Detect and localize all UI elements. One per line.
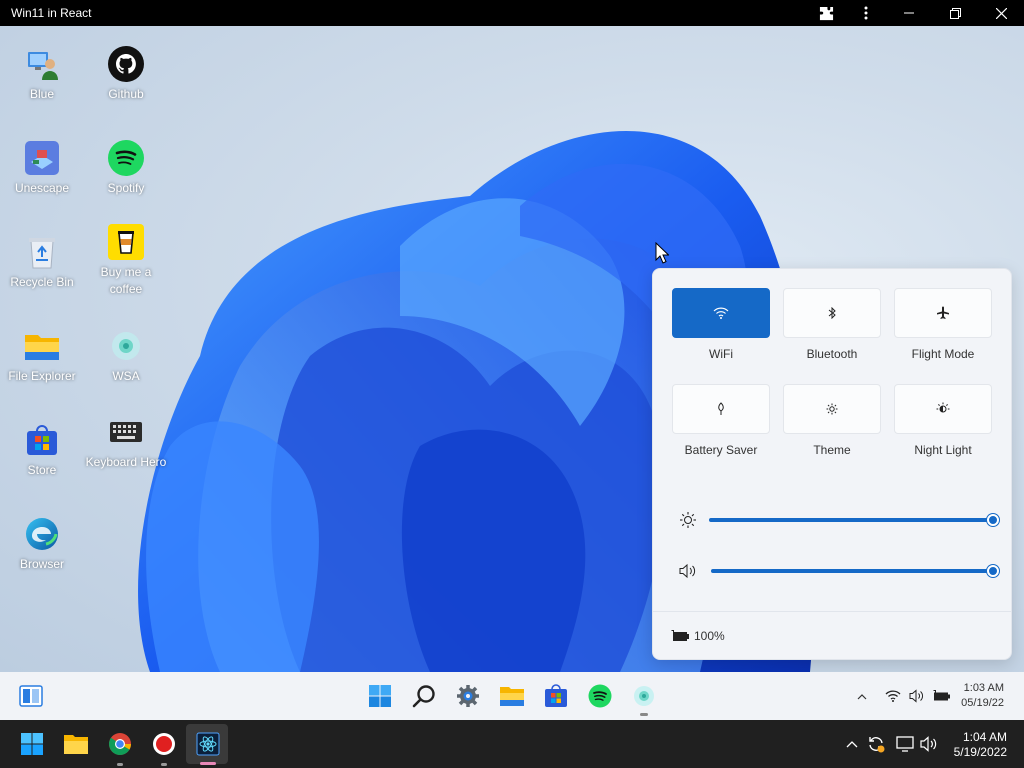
taskbar-clock[interactable]: 1:03 AM 05/19/22 [961,681,1004,711]
window-title: Win11 in React [11,6,92,20]
wsa-icon [108,328,144,364]
edge-icon [24,516,60,552]
desktop-icon-blue[interactable]: Blue [0,46,84,103]
store-icon[interactable] [542,682,570,710]
unescape-game-icon [24,140,60,176]
brightness-slider[interactable] [709,514,999,526]
chevron-up-icon[interactable] [846,740,858,748]
airplane-icon [937,306,949,319]
chrome-icon[interactable] [104,728,136,760]
desktop-icon-buy-me-a-coffee[interactable]: Buy me a coffee [84,224,168,298]
desktop-icon-spotify[interactable]: Spotify [84,140,168,197]
taskbar-date: 05/19/22 [961,697,1004,709]
record-icon[interactable] [148,728,180,760]
spotify-icon [108,140,144,176]
windows-start-icon[interactable] [16,728,48,760]
volume-icon[interactable] [920,736,938,752]
recycle-bin-icon [24,234,60,270]
start-icon[interactable] [366,682,394,710]
record-running-indicator [161,763,167,766]
desktop-icon-keyboard-hero[interactable]: Keyboard Hero [84,414,168,471]
desktop-icon-recycle-bin[interactable]: Recycle Bin [0,234,84,291]
host-clock[interactable]: 1:04 AM 5/19/2022 [954,730,1007,760]
battery-saver-icon [718,402,724,415]
flight-mode-label: Flight Mode [911,347,975,361]
file-explorer-icon[interactable] [498,682,526,710]
desktop-icon-store[interactable]: Store [0,422,84,479]
battery-icon[interactable] [933,690,951,702]
keyboard-icon [108,414,144,450]
github-icon [108,46,144,82]
desktop-icon-file-explorer[interactable]: File Explorer [0,328,84,385]
volume-slider-row [679,561,999,581]
host-date: 5/19/2022 [953,745,1007,759]
chrome-running-indicator [117,763,123,766]
desktop-icon-unescape[interactable]: Unescape [0,140,84,197]
quick-settings-panel: WiFi Bluetooth Flight Mode Battery Saver… [652,268,1012,660]
coffee-cup-icon [108,224,144,260]
night-light-icon [936,402,950,413]
close-button[interactable] [978,0,1024,26]
sync-icon[interactable] [867,735,885,753]
theme-label: Theme [813,443,851,457]
wifi-icon [713,307,729,319]
widgets-icon[interactable] [17,682,45,710]
display-icon[interactable] [896,736,914,752]
night-light-toggle[interactable] [894,384,992,434]
active-app-indicator [640,713,648,716]
desktop-icon-wsa[interactable]: WSA [84,328,168,385]
battery-icon [671,629,689,641]
volume-icon[interactable] [909,689,925,703]
desktop-icon-browser[interactable]: Browser [0,516,84,573]
battery-status[interactable]: 100% [653,611,1011,659]
bluetooth-label: Bluetooth [806,347,858,361]
battery-saver-label: Battery Saver [684,443,758,457]
search-icon[interactable] [410,682,438,710]
bluetooth-icon [828,307,836,319]
mouse-cursor-icon [655,242,669,264]
bluetooth-toggle[interactable] [783,288,881,338]
win11react-app-icon[interactable] [192,728,224,760]
taskbar-time: 1:03 AM [963,682,1004,694]
volume-slider[interactable] [711,565,999,577]
user-pc-icon [24,46,60,82]
chevron-up-icon[interactable] [857,693,867,700]
wsa-icon[interactable] [630,682,658,710]
extensions-icon[interactable] [806,0,846,26]
host-taskbar: 1:04 AM 5/19/2022 [0,720,1024,768]
active-app-indicator [200,762,216,765]
battery-percentage: 100% [694,628,725,643]
window-title-bar: Win11 in React [0,0,1024,26]
desktop-icon-github[interactable]: Github [84,46,168,103]
host-time: 1:04 AM [962,730,1007,744]
theme-icon [826,403,838,415]
spotify-icon[interactable] [586,682,614,710]
settings-icon[interactable] [454,682,482,710]
file-explorer-icon[interactable] [60,728,92,760]
wifi-icon[interactable] [885,690,901,702]
night-light-label: Night Light [914,443,972,457]
brightness-icon [680,512,696,528]
wifi-label: WiFi [709,347,733,361]
volume-icon [679,563,696,579]
brightness-slider-thumb[interactable] [987,514,999,526]
more-options-icon[interactable] [846,0,886,26]
store-icon [24,422,60,458]
wifi-toggle[interactable] [672,288,770,338]
flight-mode-toggle[interactable] [894,288,992,338]
win11-taskbar: 1:03 AM 05/19/22 [0,672,1024,720]
theme-toggle[interactable] [783,384,881,434]
taskbar-tray: 1:03 AM 05/19/22 [857,672,1024,720]
minimize-button[interactable] [886,0,932,26]
restore-button[interactable] [932,0,978,26]
folder-icon [24,328,60,364]
brightness-slider-row [679,510,999,530]
volume-slider-thumb[interactable] [987,565,999,577]
battery-saver-toggle[interactable] [672,384,770,434]
